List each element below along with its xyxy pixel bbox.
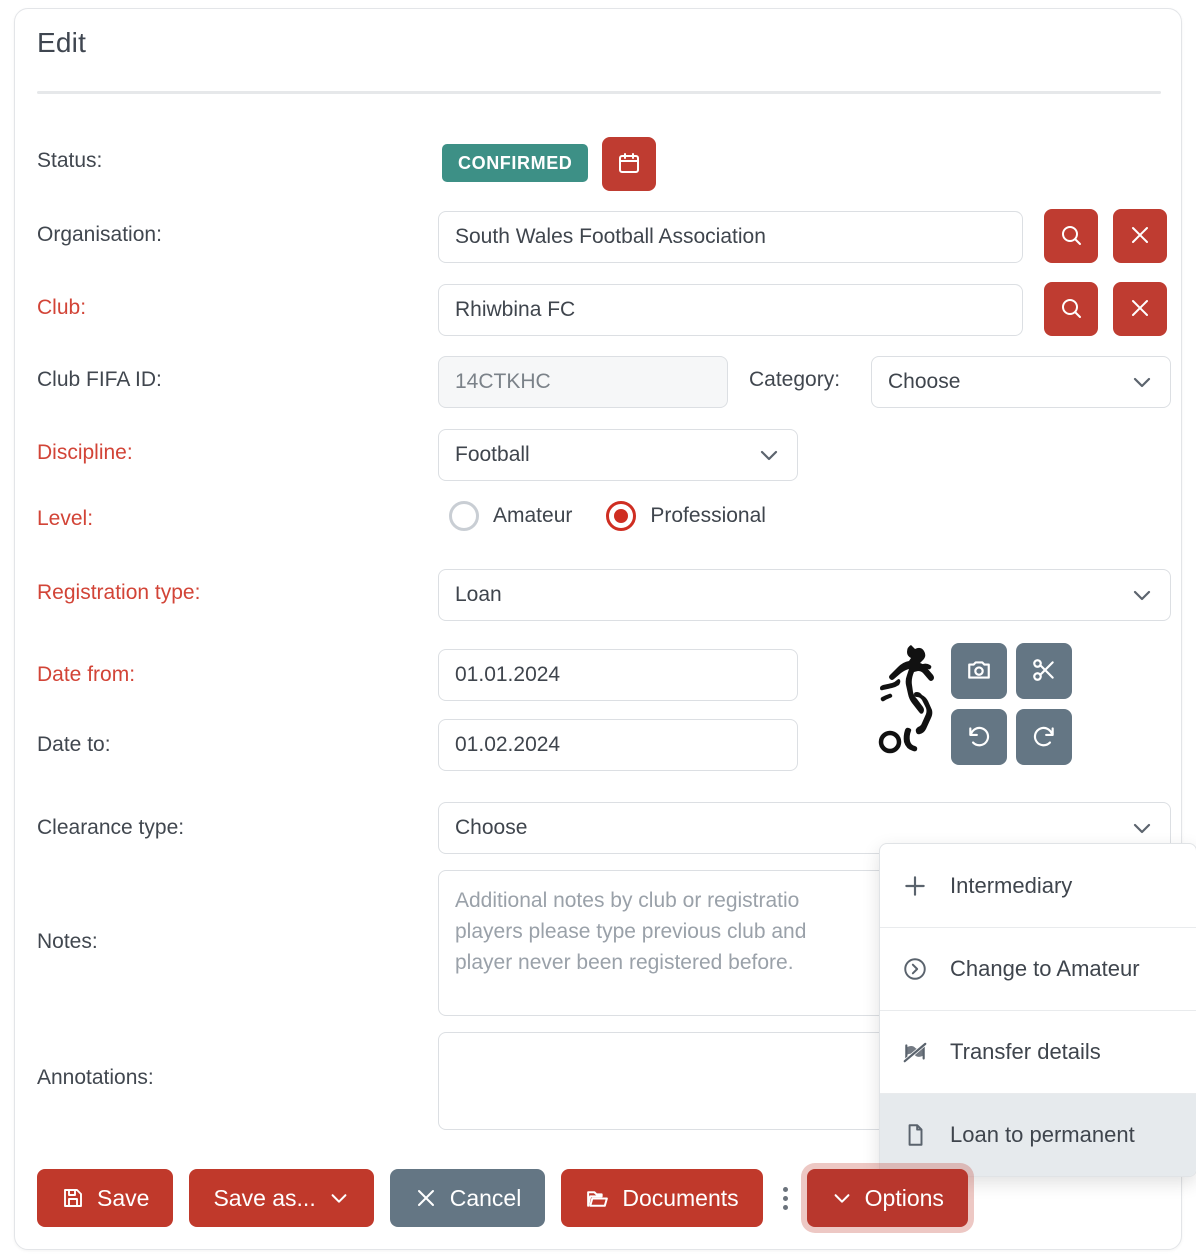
chevron-down-icon [757, 443, 781, 467]
save-as-button-label: Save as... [213, 1185, 315, 1212]
save-button[interactable]: Save [37, 1169, 173, 1227]
label-date-to: Date to: [37, 733, 111, 757]
label-clearance-type: Clearance type: [37, 816, 184, 840]
documents-button-label: Documents [622, 1185, 738, 1212]
drag-handle-dots[interactable] [775, 1169, 797, 1227]
registration-type-value: Loan [455, 583, 502, 607]
club-search-button[interactable] [1044, 282, 1098, 336]
close-icon [1128, 223, 1152, 250]
row-club-fifa-id: Club FIFA ID: 14CTKHC Category: Choose [15, 354, 1183, 410]
label-registration-type: Registration type: [37, 581, 200, 605]
category-select[interactable]: Choose [871, 356, 1171, 408]
registration-type-select[interactable]: Loan [438, 569, 1171, 621]
menu-item-change-to-amateur[interactable]: Change to Amateur [880, 927, 1196, 1010]
discipline-select-value: Football [455, 443, 530, 467]
menu-item-label: Intermediary [950, 873, 1072, 899]
cut-photo-button[interactable] [1016, 643, 1072, 699]
menu-item-intermediary[interactable]: Intermediary [880, 844, 1196, 927]
title-divider [37, 91, 1161, 94]
close-icon [1128, 296, 1152, 323]
options-button[interactable]: Options [807, 1169, 968, 1227]
row-level: Level: Amateur Professional [15, 499, 1183, 547]
radio-amateur-label: Amateur [493, 504, 572, 528]
label-discipline: Discipline: [37, 441, 133, 465]
save-as-button[interactable]: Save as... [189, 1169, 373, 1227]
row-status: Status: CONFIRMED [15, 137, 1183, 197]
player-photo [877, 643, 947, 758]
folder-icon [585, 1186, 610, 1211]
save-button-label: Save [97, 1185, 149, 1212]
chevron-down-icon [1130, 816, 1154, 840]
label-organisation: Organisation: [37, 223, 162, 247]
chevron-down-icon [831, 1187, 853, 1209]
options-dropdown-menu: Intermediary Change to Amateur Transfer … [879, 843, 1196, 1177]
plus-icon [902, 873, 936, 899]
edit-dialog: Edit Status: CONFIRMED Organisation: [14, 8, 1182, 1250]
circle-arrow-right-icon [902, 956, 936, 982]
undo-photo-button[interactable] [951, 709, 1007, 765]
menu-item-label: Transfer details [950, 1039, 1101, 1065]
options-button-label: Options [865, 1185, 944, 1212]
clearance-type-value: Choose [455, 816, 527, 840]
dialog-footer: Save Save as... Cancel Documents [37, 1169, 984, 1227]
undo-icon [966, 723, 992, 752]
capture-photo-button[interactable] [951, 643, 1007, 699]
level-radio-group: Amateur Professional [449, 501, 800, 531]
club-clear-button[interactable] [1113, 282, 1167, 336]
transfer-off-icon [902, 1039, 936, 1065]
club-input[interactable]: Rhiwbina FC [438, 284, 1023, 336]
label-annotations: Annotations: [37, 1066, 154, 1090]
label-date-from: Date from: [37, 663, 135, 687]
status-badge: CONFIRMED [442, 144, 588, 182]
label-club-fifa-id: Club FIFA ID: [37, 368, 162, 392]
chevron-down-icon [328, 1187, 350, 1209]
label-category: Category: [749, 368, 840, 392]
date-to-input[interactable]: 01.02.2024 [438, 719, 798, 771]
row-organisation: Organisation: South Wales Football Assoc… [15, 209, 1183, 265]
menu-item-label: Change to Amateur [950, 956, 1140, 982]
menu-item-label: Loan to permanent [950, 1122, 1135, 1148]
status-calendar-button[interactable] [602, 137, 656, 191]
label-level: Level: [37, 507, 93, 531]
scissors-icon [1031, 657, 1057, 686]
menu-item-loan-to-permanent[interactable]: Loan to permanent [880, 1093, 1196, 1176]
documents-button[interactable]: Documents [561, 1169, 762, 1227]
radio-professional-label: Professional [650, 504, 766, 528]
cancel-button[interactable]: Cancel [390, 1169, 546, 1227]
category-select-value: Choose [888, 370, 960, 394]
search-icon [1059, 296, 1083, 323]
document-icon [902, 1122, 936, 1148]
chevron-down-icon [1130, 583, 1154, 607]
label-notes: Notes: [37, 930, 98, 954]
organisation-clear-button[interactable] [1113, 209, 1167, 263]
menu-item-transfer-details[interactable]: Transfer details [880, 1010, 1196, 1093]
label-club: Club: [37, 296, 86, 320]
radio-amateur[interactable] [449, 501, 479, 531]
redo-photo-button[interactable] [1016, 709, 1072, 765]
search-icon [1059, 223, 1083, 250]
date-from-input[interactable]: 01.01.2024 [438, 649, 798, 701]
camera-icon [966, 657, 992, 686]
discipline-select[interactable]: Football [438, 429, 798, 481]
row-club: Club: Rhiwbina FC [15, 282, 1183, 338]
redo-icon [1031, 723, 1057, 752]
radio-professional[interactable] [606, 501, 636, 531]
row-date-from: Date from: 01.01.2024 [15, 649, 1183, 705]
save-icon [61, 1186, 85, 1210]
row-discipline: Discipline: Football [15, 427, 1183, 483]
close-icon [414, 1186, 438, 1210]
chevron-down-icon [1130, 370, 1154, 394]
club-fifa-id-input: 14CTKHC [438, 356, 728, 408]
cancel-button-label: Cancel [450, 1185, 522, 1212]
row-registration-type: Registration type: Loan [15, 567, 1183, 623]
label-status: Status: [37, 149, 102, 173]
row-date-to: Date to: 01.02.2024 [15, 719, 1183, 775]
calendar-icon [617, 151, 641, 178]
organisation-input[interactable]: South Wales Football Association [438, 211, 1023, 263]
page-title: Edit [37, 27, 86, 59]
organisation-search-button[interactable] [1044, 209, 1098, 263]
